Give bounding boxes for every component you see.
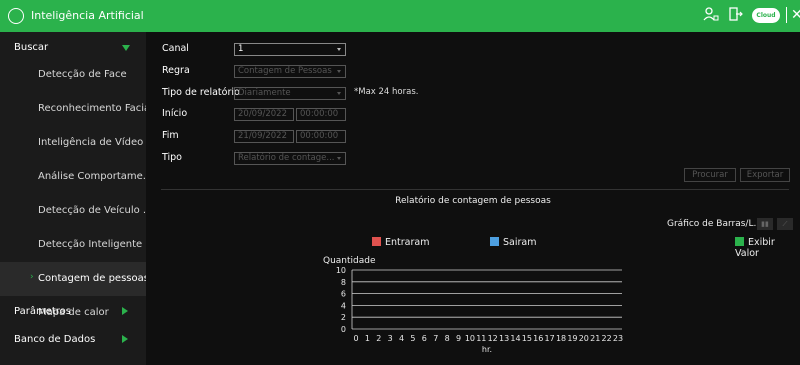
y-tick-label: 0 [341,325,346,334]
y-tick-label: 4 [341,301,346,310]
sidebar-item-label: Contagem de pessoas [38,273,149,284]
x-tick-label: 20 [579,334,589,343]
sidebar-item-label: Análise Comportame... [38,171,153,182]
x-axis-label: hr. [482,345,492,354]
sidebar-item-label: Inteligência de Vídeo [38,137,144,148]
user-settings-icon[interactable] [703,6,719,26]
sidebar-group-banco-dados[interactable]: Banco de Dados [0,334,146,354]
x-tick-label: 16 [533,334,543,343]
y-tick-label: 2 [341,313,346,322]
sidebar-item-label: Reconhecimento Facial [38,103,153,114]
y-tick-label: 10 [336,266,346,275]
x-tick-label: 8 [445,334,450,343]
logout-icon[interactable] [727,6,743,26]
window-title: Inteligência Artificial [31,9,144,22]
x-tick-label: 0 [353,334,358,343]
sidebar-item-label: Detecção de Veículo ... [38,205,153,216]
x-tick-label: 13 [499,334,509,343]
chevron-right-icon [122,335,128,343]
x-tick-label: 14 [510,334,520,343]
sidebar-group-label: Banco de Dados [14,334,96,345]
x-tick-label: 21 [590,334,600,343]
ai-logo-icon [8,8,24,24]
sidebar-item-contagem-pessoas[interactable]: › Contagem de pessoas [0,262,149,296]
title-bar: Inteligência Artificial Cloud ✕ [0,0,800,32]
cloud-icon[interactable]: Cloud [752,8,780,23]
sidebar-group-label: Parâmetros [14,306,71,317]
x-tick-label: 5 [410,334,415,343]
people-count-chart: 02468100 1 2 3 4 5 6 7 8 9 10 11 12 13 14 15 16 17 18 19 20 2… [336,266,623,354]
sidebar-item-label: Detecção de Face [38,69,127,80]
main-panel: Canal 1 Regra Contagem de Pessoas Tipo d… [146,32,800,365]
x-tick-label: 2 [376,334,381,343]
x-tick-label: 18 [556,334,566,343]
x-tick-label: 6 [422,334,427,343]
x-tick-label: 9 [456,334,461,343]
x-tick-label: 17 [545,334,555,343]
y-tick-label: 6 [341,290,346,299]
sidebar-item-inteligencia-video[interactable]: Inteligência de Vídeo [0,126,146,160]
x-tick-label: 15 [522,334,532,343]
x-tick-label: 19 [567,334,577,343]
x-tick-label: 4 [399,334,404,343]
y-tick-label: 8 [341,278,346,287]
close-icon[interactable]: ✕ [791,7,800,23]
active-chevron-icon: › [30,272,34,282]
chevron-down-icon [122,45,130,51]
sidebar: Buscar Detecção de Face Reconhecimento F… [0,32,153,365]
sidebar-item-deteccao-inteligente[interactable]: Detecção Inteligente [0,228,146,262]
sidebar-item-deteccao-veiculo[interactable]: Detecção de Veículo ... [0,194,152,228]
x-tick-label: 12 [488,334,498,343]
chevron-right-icon [122,307,128,315]
x-tick-label: 1 [365,334,370,343]
x-tick-label: 3 [388,334,393,343]
x-tick-label: 23 [613,334,623,343]
sidebar-item-reconhecimento-facial[interactable]: Reconhecimento Facial [0,92,153,126]
sidebar-item-analise-comportamental[interactable]: Análise Comportame... [0,160,152,194]
sidebar-item-deteccao-face[interactable]: Detecção de Face [0,58,146,92]
x-tick-label: 7 [433,334,438,343]
sidebar-group-label: Buscar [14,42,49,53]
title-divider [786,7,787,23]
x-tick-label: 11 [476,334,486,343]
sidebar-group-parametros[interactable]: Parâmetros [0,306,146,326]
x-tick-label: 22 [602,334,612,343]
sidebar-item-label: Detecção Inteligente [38,239,143,250]
x-tick-label: 10 [465,334,475,343]
